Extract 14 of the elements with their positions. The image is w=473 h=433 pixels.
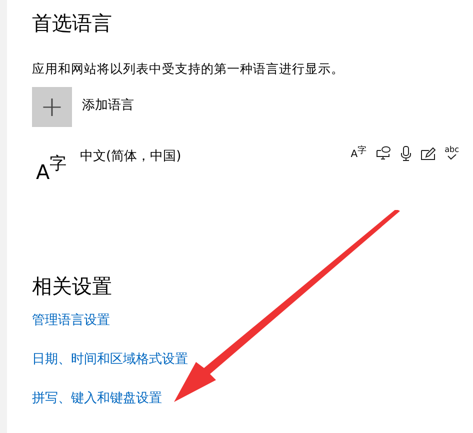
settings-link[interactable]: 管理语言设置 (32, 312, 110, 330)
settings-link[interactable]: 拼写、键入和键盘设置 (32, 390, 162, 408)
font-icon: A$^{字}$ (350, 145, 367, 161)
section-title: 相关设置 (32, 273, 113, 300)
section-title: 首选语言 (32, 10, 113, 37)
microphone-icon (400, 146, 412, 160)
speech-icon (376, 146, 391, 160)
language-name[interactable]: 中文(简体，中国) (80, 147, 182, 165)
description-text: 应用和网站将以列表中受支持的第一种语言进行显示。 (32, 60, 345, 78)
language-icon: A$^{字}$ (36, 153, 80, 183)
settings-link[interactable]: 日期、时间和区域格式设置 (32, 351, 188, 369)
add-language-button[interactable]: + (32, 87, 72, 127)
add-language-label[interactable]: 添加语言 (82, 96, 134, 114)
handwriting-icon (420, 146, 436, 160)
